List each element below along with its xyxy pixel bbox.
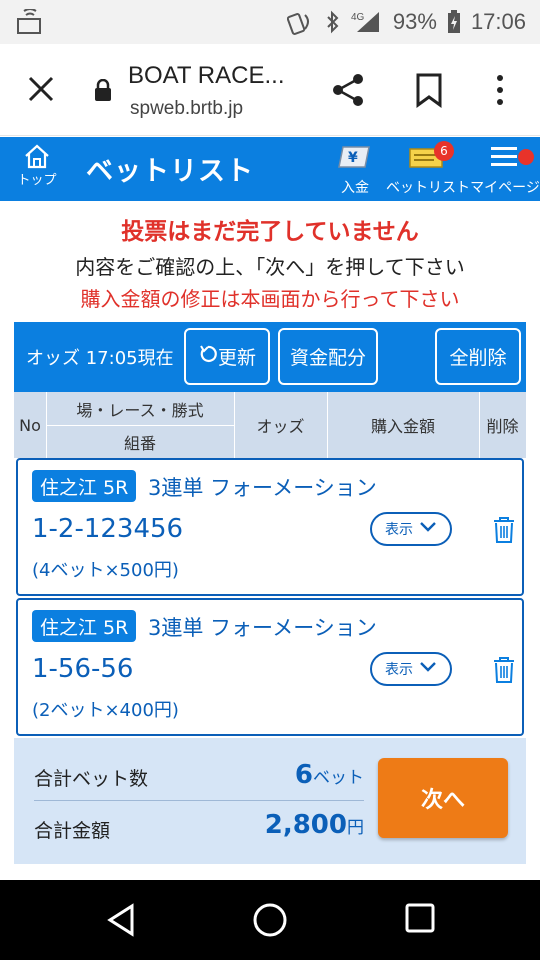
bet-item[interactable]: 住之江 5R 3連単 フォーメーション 1-56-56 (2ベット×400円) … (16, 598, 524, 736)
battery-percent: 93% (392, 9, 437, 34)
refresh-button[interactable]: 更新 (184, 328, 270, 385)
home-circle-icon[interactable] (252, 902, 288, 938)
signal-icon: 4G (351, 10, 383, 34)
total-amount-number: 2,800 (264, 810, 347, 840)
notification-dot (518, 149, 534, 165)
show-label: 表示 (385, 662, 413, 678)
refresh-icon (198, 344, 218, 369)
home-nav-button[interactable]: トップ (14, 143, 60, 197)
chevron-down-icon (419, 661, 437, 677)
nfc-icon (286, 9, 315, 35)
total-bets-value: 6ベット (295, 760, 364, 790)
bet-table-header: No 場・レース・勝式 組番 オッズ 購入金額 削除 (14, 392, 526, 458)
trash-icon[interactable] (492, 516, 516, 544)
bet-type: 3連単 フォーメーション (148, 616, 377, 640)
share-icon[interactable] (330, 72, 366, 108)
total-amount-unit: 円 (347, 818, 364, 838)
total-bets-label: 合計ベット数 (34, 768, 149, 790)
total-bets-number: 6 (294, 760, 313, 790)
fund-allocation-button[interactable]: 資金配分 (278, 328, 378, 385)
total-bets-unit: ベット (313, 768, 364, 788)
lock-icon (94, 78, 112, 101)
amount-edit-notice: 購入金額の修正は本画面から行って下さい (80, 287, 460, 311)
refresh-label: 更新 (217, 347, 256, 369)
status-bar: 4G 93% 17:06 (0, 0, 540, 44)
bet-detail: (4ベット×500円) (32, 560, 179, 581)
show-label: 表示 (385, 522, 413, 538)
mypage-label: マイページ (470, 180, 540, 196)
bookmark-icon[interactable] (414, 72, 444, 108)
col-combination: 組番 (123, 433, 156, 453)
chevron-down-icon (419, 521, 437, 537)
screen-title: ベットリスト (86, 156, 254, 187)
page-title: BOAT RACE... (128, 62, 285, 89)
odds-toolbar: オッズ 17:05現在 更新 資金配分 全削除 (14, 322, 526, 392)
venue-race-tag: 住之江 5R (32, 470, 137, 502)
total-amount-value: 2,800円 (265, 810, 364, 840)
next-button[interactable]: 次へ (378, 758, 508, 838)
totals-panel: 合計ベット数 6ベット 合計金額 2,800円 次へ (14, 738, 526, 864)
bet-item[interactable]: 住之江 5R 3連単 フォーメーション 1-2-123456 (4ベット×500… (16, 458, 524, 596)
betlist-label: ベットリスト (386, 180, 470, 196)
mypage-nav-button[interactable]: マイページ (470, 143, 540, 199)
betlist-nav-button[interactable]: 6 ベットリスト (386, 141, 470, 199)
venue-race-tag: 住之江 5R (32, 610, 137, 642)
show-details-button[interactable]: 表示 (370, 512, 452, 546)
clock: 17:06 (470, 9, 526, 34)
home-label: トップ (17, 173, 57, 188)
browser-toolbar: BOAT RACE... spweb.brtb.jp (0, 44, 540, 136)
incomplete-vote-warning: 投票はまだ完了していません (121, 219, 419, 245)
recent-apps-icon[interactable] (404, 902, 436, 934)
more-icon[interactable] (490, 72, 510, 108)
close-icon[interactable] (24, 72, 58, 106)
col-venue-race: 場・レース・勝式 (76, 400, 204, 420)
total-amount-row: 合計金額 2,800円 (34, 810, 364, 844)
col-amount: 購入金額 (370, 417, 435, 436)
yen-card-icon: ¥ (337, 146, 373, 175)
battery-charging-icon (447, 10, 461, 34)
delete-all-button[interactable]: 全削除 (435, 328, 521, 385)
total-amount-label: 合計金額 (34, 820, 111, 842)
confirm-instruction: 内容をご確認の上、「次へ」を押して下さい (75, 255, 465, 279)
app-header: トップ ベットリスト ¥ 入金 6 ベットリスト マイページ (0, 137, 540, 201)
total-bets-row: 合計ベット数 6ベット (34, 760, 364, 794)
show-details-button[interactable]: 表示 (370, 652, 452, 686)
bluetooth-icon (325, 10, 341, 34)
cast-icon (16, 8, 44, 35)
back-icon[interactable] (104, 902, 140, 938)
menu-icon (489, 147, 521, 175)
bet-detail: (2ベット×400円) (32, 700, 179, 721)
url-text[interactable]: spweb.brtb.jp (130, 98, 243, 120)
col-delete: 削除 (486, 417, 519, 436)
odds-timestamp: オッズ 17:05現在 (26, 348, 174, 369)
deposit-label: 入金 (341, 180, 369, 196)
bet-combination: 1-2-123456 (32, 514, 184, 544)
home-icon (14, 143, 60, 169)
svg-text:¥: ¥ (348, 150, 358, 166)
betlist-count-badge: 6 (434, 141, 454, 161)
trash-icon[interactable] (492, 656, 516, 684)
deposit-nav-button[interactable]: ¥ 入金 (334, 143, 376, 199)
system-nav-bar (0, 880, 540, 960)
col-no: No (19, 415, 41, 435)
svg-text:4G: 4G (351, 12, 365, 23)
col-odds: オッズ (256, 417, 305, 436)
bet-type: 3連単 フォーメーション (148, 476, 377, 500)
bet-combination: 1-56-56 (32, 654, 134, 684)
